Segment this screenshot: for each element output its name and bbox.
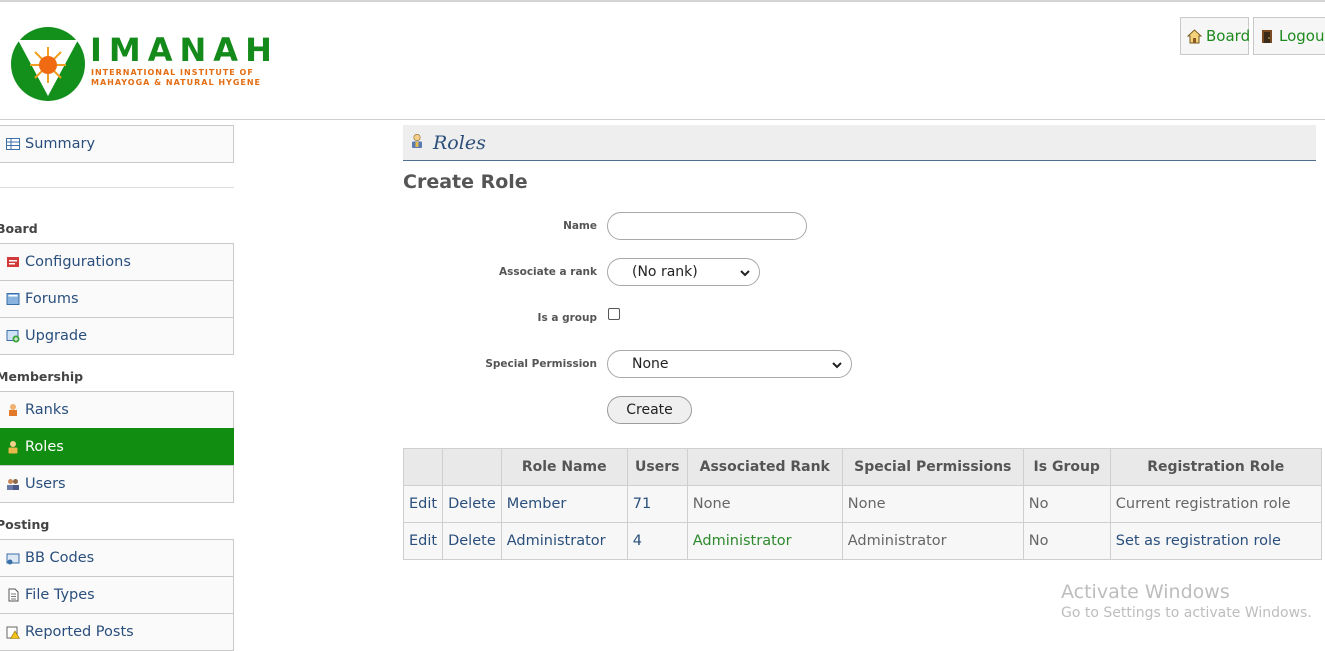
- column-header: Registration Role: [1109, 448, 1322, 486]
- rank-select[interactable]: (No rank): [607, 258, 760, 286]
- users-count[interactable]: 4: [626, 522, 688, 560]
- column-header: Associated Rank: [686, 448, 843, 486]
- special-permissions: None: [841, 485, 1024, 523]
- delete-link[interactable]: Delete: [442, 522, 502, 560]
- name-label: Name: [563, 220, 597, 232]
- special-permissions: Administrator: [841, 522, 1024, 560]
- is-group-value: No: [1022, 522, 1111, 560]
- users-count[interactable]: 71: [626, 485, 688, 523]
- sidebar-item-bb-codes[interactable]: BB Codes: [0, 539, 234, 577]
- table-row: Edit Delete Member 71 None None No Curre…: [402, 485, 1322, 523]
- column-header: Role Name: [500, 448, 628, 486]
- form-title: Create Role: [403, 171, 528, 193]
- column-header: [442, 448, 502, 486]
- column-header: [402, 448, 444, 486]
- forums-icon: [6, 292, 20, 306]
- sidebar-item-upgrade[interactable]: Upgrade: [0, 317, 234, 355]
- warning-icon: [6, 625, 20, 639]
- section-title: Roles: [433, 131, 486, 154]
- special-permission-label: Special Permission: [485, 358, 597, 370]
- config-icon: [6, 255, 20, 269]
- chevron-down-icon: [831, 359, 843, 375]
- sidebar-heading-posting: Posting: [0, 517, 50, 532]
- sidebar-item-ranks[interactable]: Ranks: [0, 391, 234, 429]
- is-group-label: Is a group: [537, 312, 597, 324]
- header-divider: [0, 119, 1325, 120]
- logo-subtitle: INTERNATIONAL INSTITUTE OF MAHAYOGA & NA…: [91, 68, 262, 87]
- delete-link[interactable]: Delete: [442, 485, 502, 523]
- name-input[interactable]: [607, 212, 807, 240]
- home-icon: [1187, 28, 1202, 44]
- sidebar-divider: [0, 187, 234, 188]
- section-header: Roles: [403, 125, 1316, 161]
- role-user-icon: [409, 133, 425, 153]
- sidebar-item-forums[interactable]: Forums: [0, 280, 234, 318]
- sidebar-item-users[interactable]: Users: [0, 465, 234, 503]
- registration-role: Current registration role: [1109, 485, 1322, 523]
- edit-link[interactable]: Edit: [402, 522, 444, 560]
- role-name-link[interactable]: Administrator: [500, 522, 628, 560]
- associated-rank-link[interactable]: Administrator: [686, 522, 843, 560]
- sidebar-item-roles[interactable]: Roles: [0, 428, 234, 466]
- is-group-checkbox[interactable]: [608, 308, 620, 320]
- door-icon: [1260, 29, 1275, 44]
- sidebar-item-file-types[interactable]: File Types: [0, 576, 234, 614]
- upgrade-icon: [6, 329, 20, 343]
- special-permission-select[interactable]: None: [607, 350, 852, 378]
- users-icon: [6, 477, 20, 491]
- associated-rank: None: [686, 485, 843, 523]
- logout-button[interactable]: Logout: [1253, 17, 1325, 55]
- column-header: Users: [626, 448, 688, 486]
- create-button[interactable]: Create: [607, 396, 692, 424]
- column-header: Special Permissions: [841, 448, 1024, 486]
- ranks-icon: [6, 403, 20, 417]
- edit-link[interactable]: Edit: [402, 485, 444, 523]
- sidebar-heading-membership: Membership: [0, 369, 84, 384]
- sidebar-item-reported-posts[interactable]: Reported Posts: [0, 613, 234, 651]
- logo-wordmark: IMANAH: [90, 31, 279, 69]
- bb-codes-icon: [6, 551, 20, 565]
- roles-table: Role Name Users Associated Rank Special …: [402, 448, 1322, 560]
- logo-emblem-icon: [11, 27, 85, 101]
- is-group-value: No: [1022, 485, 1111, 523]
- site-logo[interactable]: IMANAH INTERNATIONAL INSTITUTE OF MAHAYO…: [10, 26, 272, 104]
- rank-label: Associate a rank: [498, 266, 597, 278]
- role-user-icon: [6, 440, 20, 454]
- set-registration-role-link[interactable]: Set as registration role: [1109, 522, 1322, 560]
- top-border: [0, 0, 1325, 2]
- board-button[interactable]: Board: [1180, 17, 1250, 55]
- sidebar-item-summary[interactable]: Summary: [0, 125, 234, 163]
- activate-windows-watermark: Activate Windows Go to Settings to activ…: [1061, 581, 1312, 621]
- table-header-row: Role Name Users Associated Rank Special …: [402, 448, 1322, 486]
- table-icon: [6, 137, 20, 151]
- sidebar-heading-board: Board: [0, 221, 38, 236]
- sidebar-item-configurations[interactable]: Configurations: [0, 243, 234, 281]
- role-name-link[interactable]: Member: [500, 485, 628, 523]
- table-row: Edit Delete Administrator 4 Administrato…: [402, 522, 1322, 560]
- file-icon: [6, 588, 20, 602]
- column-header: Is Group: [1022, 448, 1111, 486]
- chevron-down-icon: [739, 267, 751, 283]
